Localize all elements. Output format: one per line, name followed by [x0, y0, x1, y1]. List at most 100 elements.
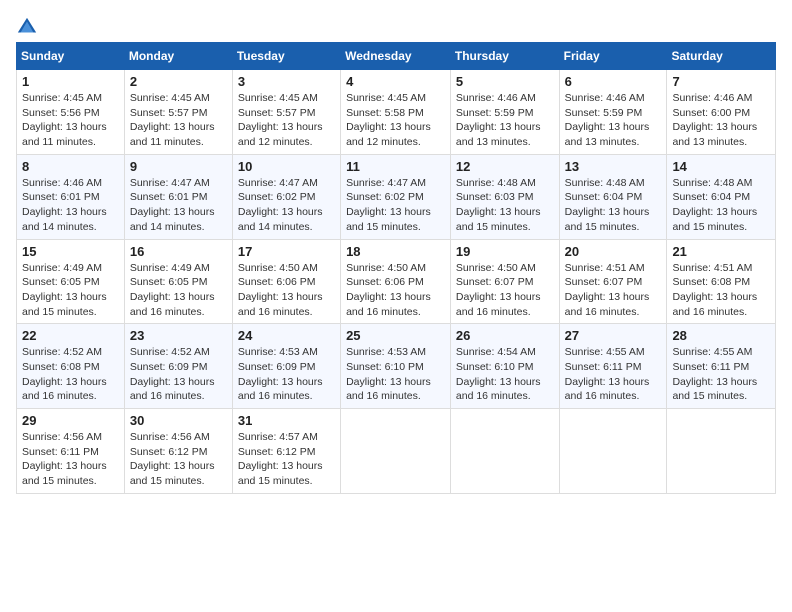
- day-info: Sunrise: 4:48 AM Sunset: 6:03 PM Dayligh…: [456, 176, 554, 235]
- day-info: Sunrise: 4:52 AM Sunset: 6:08 PM Dayligh…: [22, 345, 119, 404]
- day-info: Sunrise: 4:46 AM Sunset: 6:00 PM Dayligh…: [672, 91, 770, 150]
- day-number: 4: [346, 74, 445, 89]
- calendar-cell: 20 Sunrise: 4:51 AM Sunset: 6:07 PM Dayli…: [559, 239, 667, 324]
- calendar-cell: [667, 409, 776, 494]
- calendar-cell: 6 Sunrise: 4:46 AM Sunset: 5:59 PM Daylig…: [559, 70, 667, 155]
- calendar-cell: 15 Sunrise: 4:49 AM Sunset: 6:05 PM Dayli…: [17, 239, 125, 324]
- calendar-cell: 11Sunrise: 4:47 AM Sunset: 6:02 PM Dayli…: [341, 154, 451, 239]
- day-info: Sunrise: 4:55 AM Sunset: 6:11 PM Dayligh…: [672, 345, 770, 404]
- day-info: Sunrise: 4:50 AM Sunset: 6:07 PM Dayligh…: [456, 261, 554, 320]
- week-row-3: 15 Sunrise: 4:49 AM Sunset: 6:05 PM Dayli…: [17, 239, 776, 324]
- calendar-cell: 16 Sunrise: 4:49 AM Sunset: 6:05 PM Dayli…: [124, 239, 232, 324]
- day-number: 21: [672, 244, 770, 259]
- calendar-cell: 2 Sunrise: 4:45 AM Sunset: 5:57 PM Daylig…: [124, 70, 232, 155]
- header: [16, 16, 776, 38]
- day-number: 15: [22, 244, 119, 259]
- day-info: Sunrise: 4:45 AM Sunset: 5:57 PM Dayligh…: [130, 91, 227, 150]
- calendar-cell: 19Sunrise: 4:50 AM Sunset: 6:07 PM Dayli…: [450, 239, 559, 324]
- day-number: 3: [238, 74, 335, 89]
- calendar-cell: [341, 409, 451, 494]
- calendar-cell: 22Sunrise: 4:52 AM Sunset: 6:08 PM Dayli…: [17, 324, 125, 409]
- weekday-header-sunday: Sunday: [17, 43, 125, 70]
- day-number: 2: [130, 74, 227, 89]
- weekday-header-tuesday: Tuesday: [232, 43, 340, 70]
- day-number: 13: [565, 159, 662, 174]
- day-info: Sunrise: 4:55 AM Sunset: 6:11 PM Dayligh…: [565, 345, 662, 404]
- day-number: 31: [238, 413, 335, 428]
- calendar-cell: 30 Sunrise: 4:56 AM Sunset: 6:12 PM Dayli…: [124, 409, 232, 494]
- calendar-cell: 8 Sunrise: 4:46 AM Sunset: 6:01 PM Daylig…: [17, 154, 125, 239]
- day-number: 6: [565, 74, 662, 89]
- day-info: Sunrise: 4:47 AM Sunset: 6:02 PM Dayligh…: [238, 176, 335, 235]
- day-info: Sunrise: 4:48 AM Sunset: 6:04 PM Dayligh…: [565, 176, 662, 235]
- calendar-table: SundayMondayTuesdayWednesdayThursdayFrid…: [16, 42, 776, 494]
- day-info: Sunrise: 4:51 AM Sunset: 6:07 PM Dayligh…: [565, 261, 662, 320]
- day-info: Sunrise: 4:46 AM Sunset: 6:01 PM Dayligh…: [22, 176, 119, 235]
- calendar-cell: 3 Sunrise: 4:45 AM Sunset: 5:57 PM Daylig…: [232, 70, 340, 155]
- day-info: Sunrise: 4:57 AM Sunset: 6:12 PM Dayligh…: [238, 430, 335, 489]
- calendar-cell: 5 Sunrise: 4:46 AM Sunset: 5:59 PM Daylig…: [450, 70, 559, 155]
- day-number: 27: [565, 328, 662, 343]
- day-info: Sunrise: 4:52 AM Sunset: 6:09 PM Dayligh…: [130, 345, 227, 404]
- calendar-cell: 18Sunrise: 4:50 AM Sunset: 6:06 PM Dayli…: [341, 239, 451, 324]
- logo-icon: [16, 16, 38, 38]
- day-info: Sunrise: 4:45 AM Sunset: 5:56 PM Dayligh…: [22, 91, 119, 150]
- calendar-cell: [450, 409, 559, 494]
- day-info: Sunrise: 4:51 AM Sunset: 6:08 PM Dayligh…: [672, 261, 770, 320]
- day-info: Sunrise: 4:56 AM Sunset: 6:11 PM Dayligh…: [22, 430, 119, 489]
- day-info: Sunrise: 4:45 AM Sunset: 5:57 PM Dayligh…: [238, 91, 335, 150]
- day-number: 25: [346, 328, 445, 343]
- day-number: 30: [130, 413, 227, 428]
- calendar-cell: 1Sunrise: 4:45 AM Sunset: 5:56 PM Daylig…: [17, 70, 125, 155]
- weekday-header-thursday: Thursday: [450, 43, 559, 70]
- day-info: Sunrise: 4:50 AM Sunset: 6:06 PM Dayligh…: [238, 261, 335, 320]
- weekday-header-wednesday: Wednesday: [341, 43, 451, 70]
- calendar-cell: 17 Sunrise: 4:50 AM Sunset: 6:06 PM Dayli…: [232, 239, 340, 324]
- calendar-cell: 12 Sunrise: 4:48 AM Sunset: 6:03 PM Dayli…: [450, 154, 559, 239]
- day-number: 5: [456, 74, 554, 89]
- calendar-cell: 27 Sunrise: 4:55 AM Sunset: 6:11 PM Dayli…: [559, 324, 667, 409]
- calendar-cell: [559, 409, 667, 494]
- calendar-cell: 23 Sunrise: 4:52 AM Sunset: 6:09 PM Dayli…: [124, 324, 232, 409]
- day-number: 10: [238, 159, 335, 174]
- calendar-cell: 31 Sunrise: 4:57 AM Sunset: 6:12 PM Dayli…: [232, 409, 340, 494]
- day-number: 23: [130, 328, 227, 343]
- day-number: 7: [672, 74, 770, 89]
- calendar-cell: 14 Sunrise: 4:48 AM Sunset: 6:04 PM Dayli…: [667, 154, 776, 239]
- day-number: 29: [22, 413, 119, 428]
- day-info: Sunrise: 4:56 AM Sunset: 6:12 PM Dayligh…: [130, 430, 227, 489]
- day-info: Sunrise: 4:46 AM Sunset: 5:59 PM Dayligh…: [565, 91, 662, 150]
- day-number: 20: [565, 244, 662, 259]
- weekday-header-saturday: Saturday: [667, 43, 776, 70]
- calendar-cell: 29 Sunrise: 4:56 AM Sunset: 6:11 PM Dayli…: [17, 409, 125, 494]
- day-info: Sunrise: 4:47 AM Sunset: 6:01 PM Dayligh…: [130, 176, 227, 235]
- day-info: Sunrise: 4:45 AM Sunset: 5:58 PM Dayligh…: [346, 91, 445, 150]
- page-container: SundayMondayTuesdayWednesdayThursdayFrid…: [16, 16, 776, 494]
- day-info: Sunrise: 4:53 AM Sunset: 6:09 PM Dayligh…: [238, 345, 335, 404]
- day-info: Sunrise: 4:46 AM Sunset: 5:59 PM Dayligh…: [456, 91, 554, 150]
- day-number: 16: [130, 244, 227, 259]
- calendar-cell: 13 Sunrise: 4:48 AM Sunset: 6:04 PM Dayli…: [559, 154, 667, 239]
- day-number: 28: [672, 328, 770, 343]
- calendar-cell: 21 Sunrise: 4:51 AM Sunset: 6:08 PM Dayli…: [667, 239, 776, 324]
- logo: [16, 16, 42, 38]
- day-info: Sunrise: 4:49 AM Sunset: 6:05 PM Dayligh…: [130, 261, 227, 320]
- day-number: 14: [672, 159, 770, 174]
- day-number: 9: [130, 159, 227, 174]
- calendar-cell: 9 Sunrise: 4:47 AM Sunset: 6:01 PM Daylig…: [124, 154, 232, 239]
- week-row-4: 22Sunrise: 4:52 AM Sunset: 6:08 PM Dayli…: [17, 324, 776, 409]
- day-info: Sunrise: 4:48 AM Sunset: 6:04 PM Dayligh…: [672, 176, 770, 235]
- day-number: 24: [238, 328, 335, 343]
- day-number: 17: [238, 244, 335, 259]
- day-number: 26: [456, 328, 554, 343]
- day-info: Sunrise: 4:49 AM Sunset: 6:05 PM Dayligh…: [22, 261, 119, 320]
- day-number: 12: [456, 159, 554, 174]
- day-number: 8: [22, 159, 119, 174]
- calendar-cell: 4 Sunrise: 4:45 AM Sunset: 5:58 PM Daylig…: [341, 70, 451, 155]
- calendar-cell: 10 Sunrise: 4:47 AM Sunset: 6:02 PM Dayli…: [232, 154, 340, 239]
- weekday-header-friday: Friday: [559, 43, 667, 70]
- weekday-header-monday: Monday: [124, 43, 232, 70]
- calendar-cell: 25 Sunrise: 4:53 AM Sunset: 6:10 PM Dayli…: [341, 324, 451, 409]
- day-info: Sunrise: 4:54 AM Sunset: 6:10 PM Dayligh…: [456, 345, 554, 404]
- day-info: Sunrise: 4:53 AM Sunset: 6:10 PM Dayligh…: [346, 345, 445, 404]
